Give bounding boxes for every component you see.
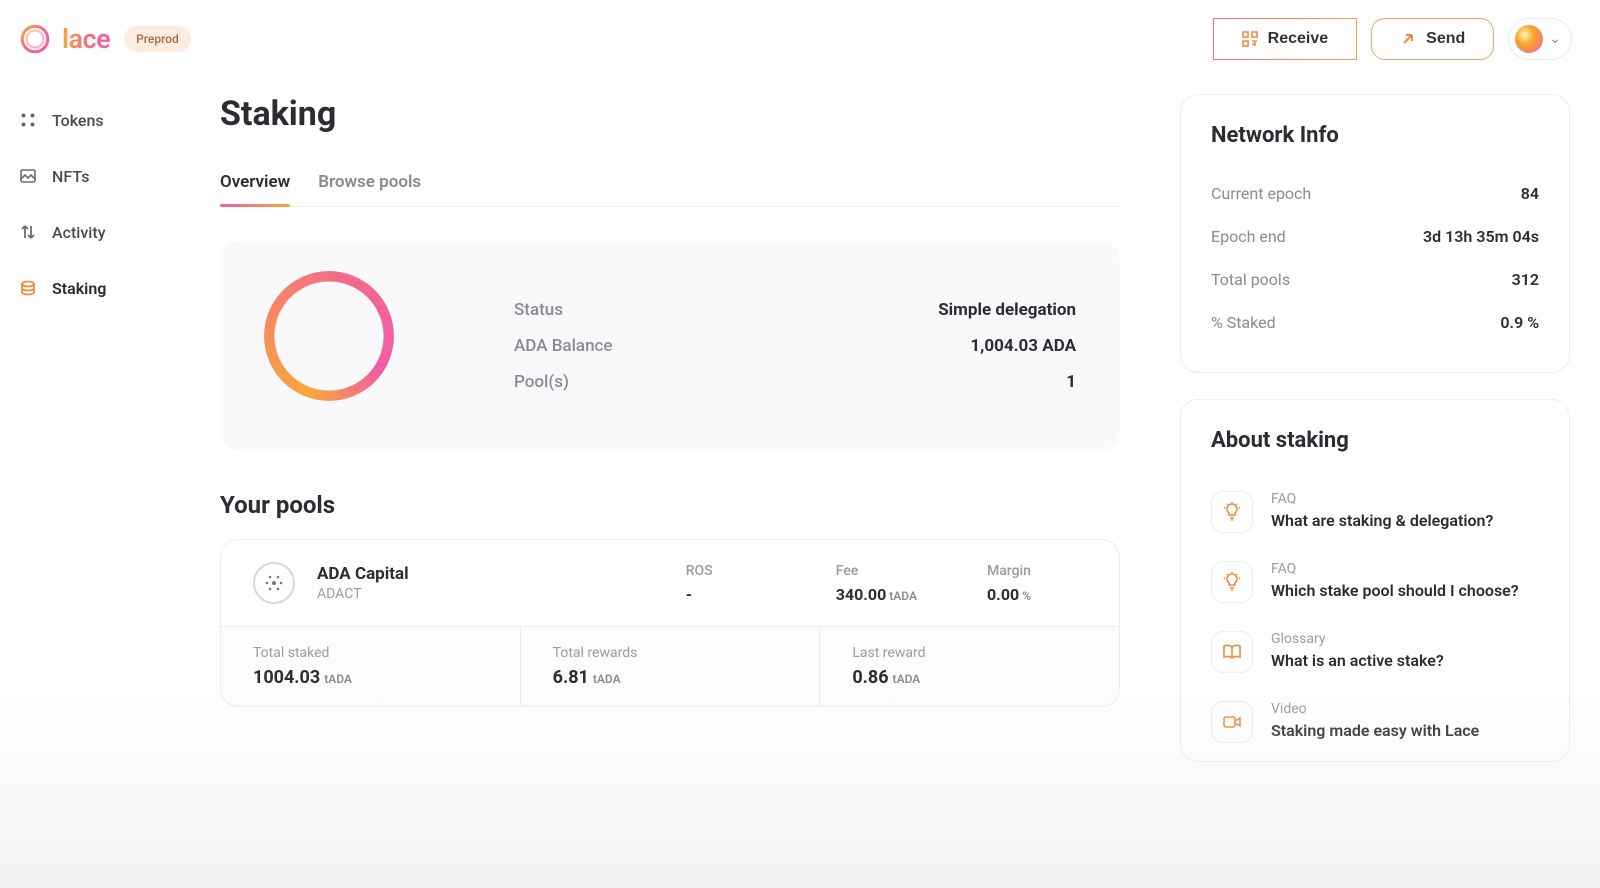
about-category: Video	[1271, 701, 1479, 717]
sidebar-item-label: NFTs	[52, 167, 90, 186]
about-item-title: Staking made easy with Lace	[1271, 721, 1479, 742]
transfer-icon	[18, 222, 38, 242]
right-sidebar: Network Info Current epoch 84 Epoch end 3d…	[1180, 70, 1600, 888]
sidebar-item-nfts[interactable]: NFTs	[18, 166, 210, 186]
lightbulb-icon	[1211, 491, 1253, 533]
send-button[interactable]: Send	[1371, 18, 1494, 60]
pool-metric-ros: ROS -	[686, 563, 766, 604]
page-title: Staking	[220, 94, 1120, 134]
sidebar-nav: Tokens NFTs Activity Staking	[0, 70, 210, 888]
gradient-ring-icon	[264, 271, 394, 401]
stack-icon	[18, 278, 38, 298]
about-category: FAQ	[1271, 491, 1493, 507]
pool-header: ADA Capital ADACT ROS - Fee 340.00tADA	[221, 540, 1119, 626]
overview-value: 1,004.03 ADA	[970, 336, 1076, 356]
pool-stat-last-reward: Last reward 0.86tADA	[820, 627, 1119, 706]
pool-card[interactable]: ADA Capital ADACT ROS - Fee 340.00tADA	[220, 539, 1120, 707]
avatar-icon	[1515, 25, 1543, 53]
overview-label: Pool(s)	[514, 372, 569, 392]
about-item-title: What is an active stake?	[1271, 651, 1444, 672]
about-staking-card: About staking FAQ What are staking & del…	[1180, 399, 1570, 762]
your-pools-title: Your pools	[220, 491, 1120, 519]
sidebar-item-label: Activity	[52, 223, 106, 242]
overview-row-status: Status Simple delegation	[514, 300, 1076, 320]
sidebar-item-staking[interactable]: Staking	[18, 278, 210, 298]
pool-logo-icon	[253, 562, 295, 604]
pool-ticker: ADACT	[317, 586, 409, 602]
ni-value: 3d 13h 35m 04s	[1423, 227, 1539, 246]
overview-label: Status	[514, 300, 563, 320]
about-item-video[interactable]: Video Staking made easy with Lace	[1211, 687, 1539, 757]
about-category: FAQ	[1271, 561, 1519, 577]
pool-stat-total-rewards: Total rewards 6.81tADA	[521, 627, 821, 706]
about-item-faq-delegation[interactable]: FAQ What are staking & delegation?	[1211, 477, 1539, 547]
ni-value: 84	[1521, 184, 1539, 203]
pool-metric-fee: Fee 340.00tADA	[836, 563, 917, 604]
ni-label: % Staked	[1211, 313, 1276, 332]
ni-value: 0.9 %	[1500, 313, 1539, 332]
env-badge: Preprod	[124, 26, 191, 52]
brand-logo[interactable]: lace	[18, 22, 110, 56]
ni-label: Epoch end	[1211, 227, 1286, 246]
delegation-ring	[264, 271, 414, 421]
pool-name: ADA Capital	[317, 564, 409, 584]
receive-label: Receive	[1268, 30, 1329, 48]
ni-label: Total pools	[1211, 270, 1290, 289]
app-header: lace Preprod Receive Send ⌄	[0, 0, 1600, 70]
tab-browse-pools[interactable]: Browse pools	[318, 172, 421, 206]
network-info-title: Network Info	[1211, 123, 1539, 148]
main-content: Staking Overview Browse pools Status Sim…	[210, 70, 1180, 888]
pool-metric-margin: Margin 0.00%	[987, 563, 1067, 604]
about-category: Glossary	[1271, 631, 1444, 647]
network-info-card: Network Info Current epoch 84 Epoch end 3d…	[1180, 94, 1570, 373]
overview-label: ADA Balance	[514, 336, 613, 356]
chevron-down-icon: ⌄	[1549, 31, 1561, 47]
send-label: Send	[1426, 30, 1465, 48]
qr-icon	[1242, 31, 1258, 47]
tab-overview[interactable]: Overview	[220, 172, 290, 206]
lightbulb-icon	[1211, 561, 1253, 603]
overview-row-balance: ADA Balance 1,004.03 ADA	[514, 336, 1076, 356]
video-icon	[1211, 701, 1253, 743]
receive-button[interactable]: Receive	[1213, 18, 1358, 60]
about-staking-title: About staking	[1211, 428, 1539, 453]
about-item-title: Which stake pool should I choose?	[1271, 581, 1519, 602]
arrow-up-right-icon	[1400, 31, 1416, 47]
lace-logo-icon	[18, 22, 52, 56]
sidebar-item-label: Staking	[52, 279, 106, 298]
book-icon	[1211, 631, 1253, 673]
tabs: Overview Browse pools	[220, 172, 1120, 207]
ni-label: Current epoch	[1211, 184, 1311, 203]
about-item-title: What are staking & delegation?	[1271, 511, 1493, 532]
overview-value: 1	[1066, 372, 1076, 392]
image-icon	[18, 166, 38, 186]
sidebar-item-activity[interactable]: Activity	[18, 222, 210, 242]
pool-stat-total-staked: Total staked 1004.03tADA	[221, 627, 521, 706]
about-item-faq-pool[interactable]: FAQ Which stake pool should I choose?	[1211, 547, 1539, 617]
overview-value: Simple delegation	[938, 300, 1076, 320]
about-item-glossary[interactable]: Glossary What is an active stake?	[1211, 617, 1539, 687]
account-menu[interactable]: ⌄	[1508, 18, 1572, 60]
sidebar-item-label: Tokens	[52, 111, 104, 130]
pool-footer: Total staked 1004.03tADA Total rewards 6…	[221, 626, 1119, 706]
ni-value: 312	[1512, 270, 1539, 289]
overview-card: Status Simple delegation ADA Balance 1,0…	[220, 241, 1120, 451]
overview-row-pools: Pool(s) 1	[514, 372, 1076, 392]
tokens-icon	[18, 110, 38, 130]
brand-name: lace	[62, 23, 110, 55]
sidebar-item-tokens[interactable]: Tokens	[18, 110, 210, 130]
